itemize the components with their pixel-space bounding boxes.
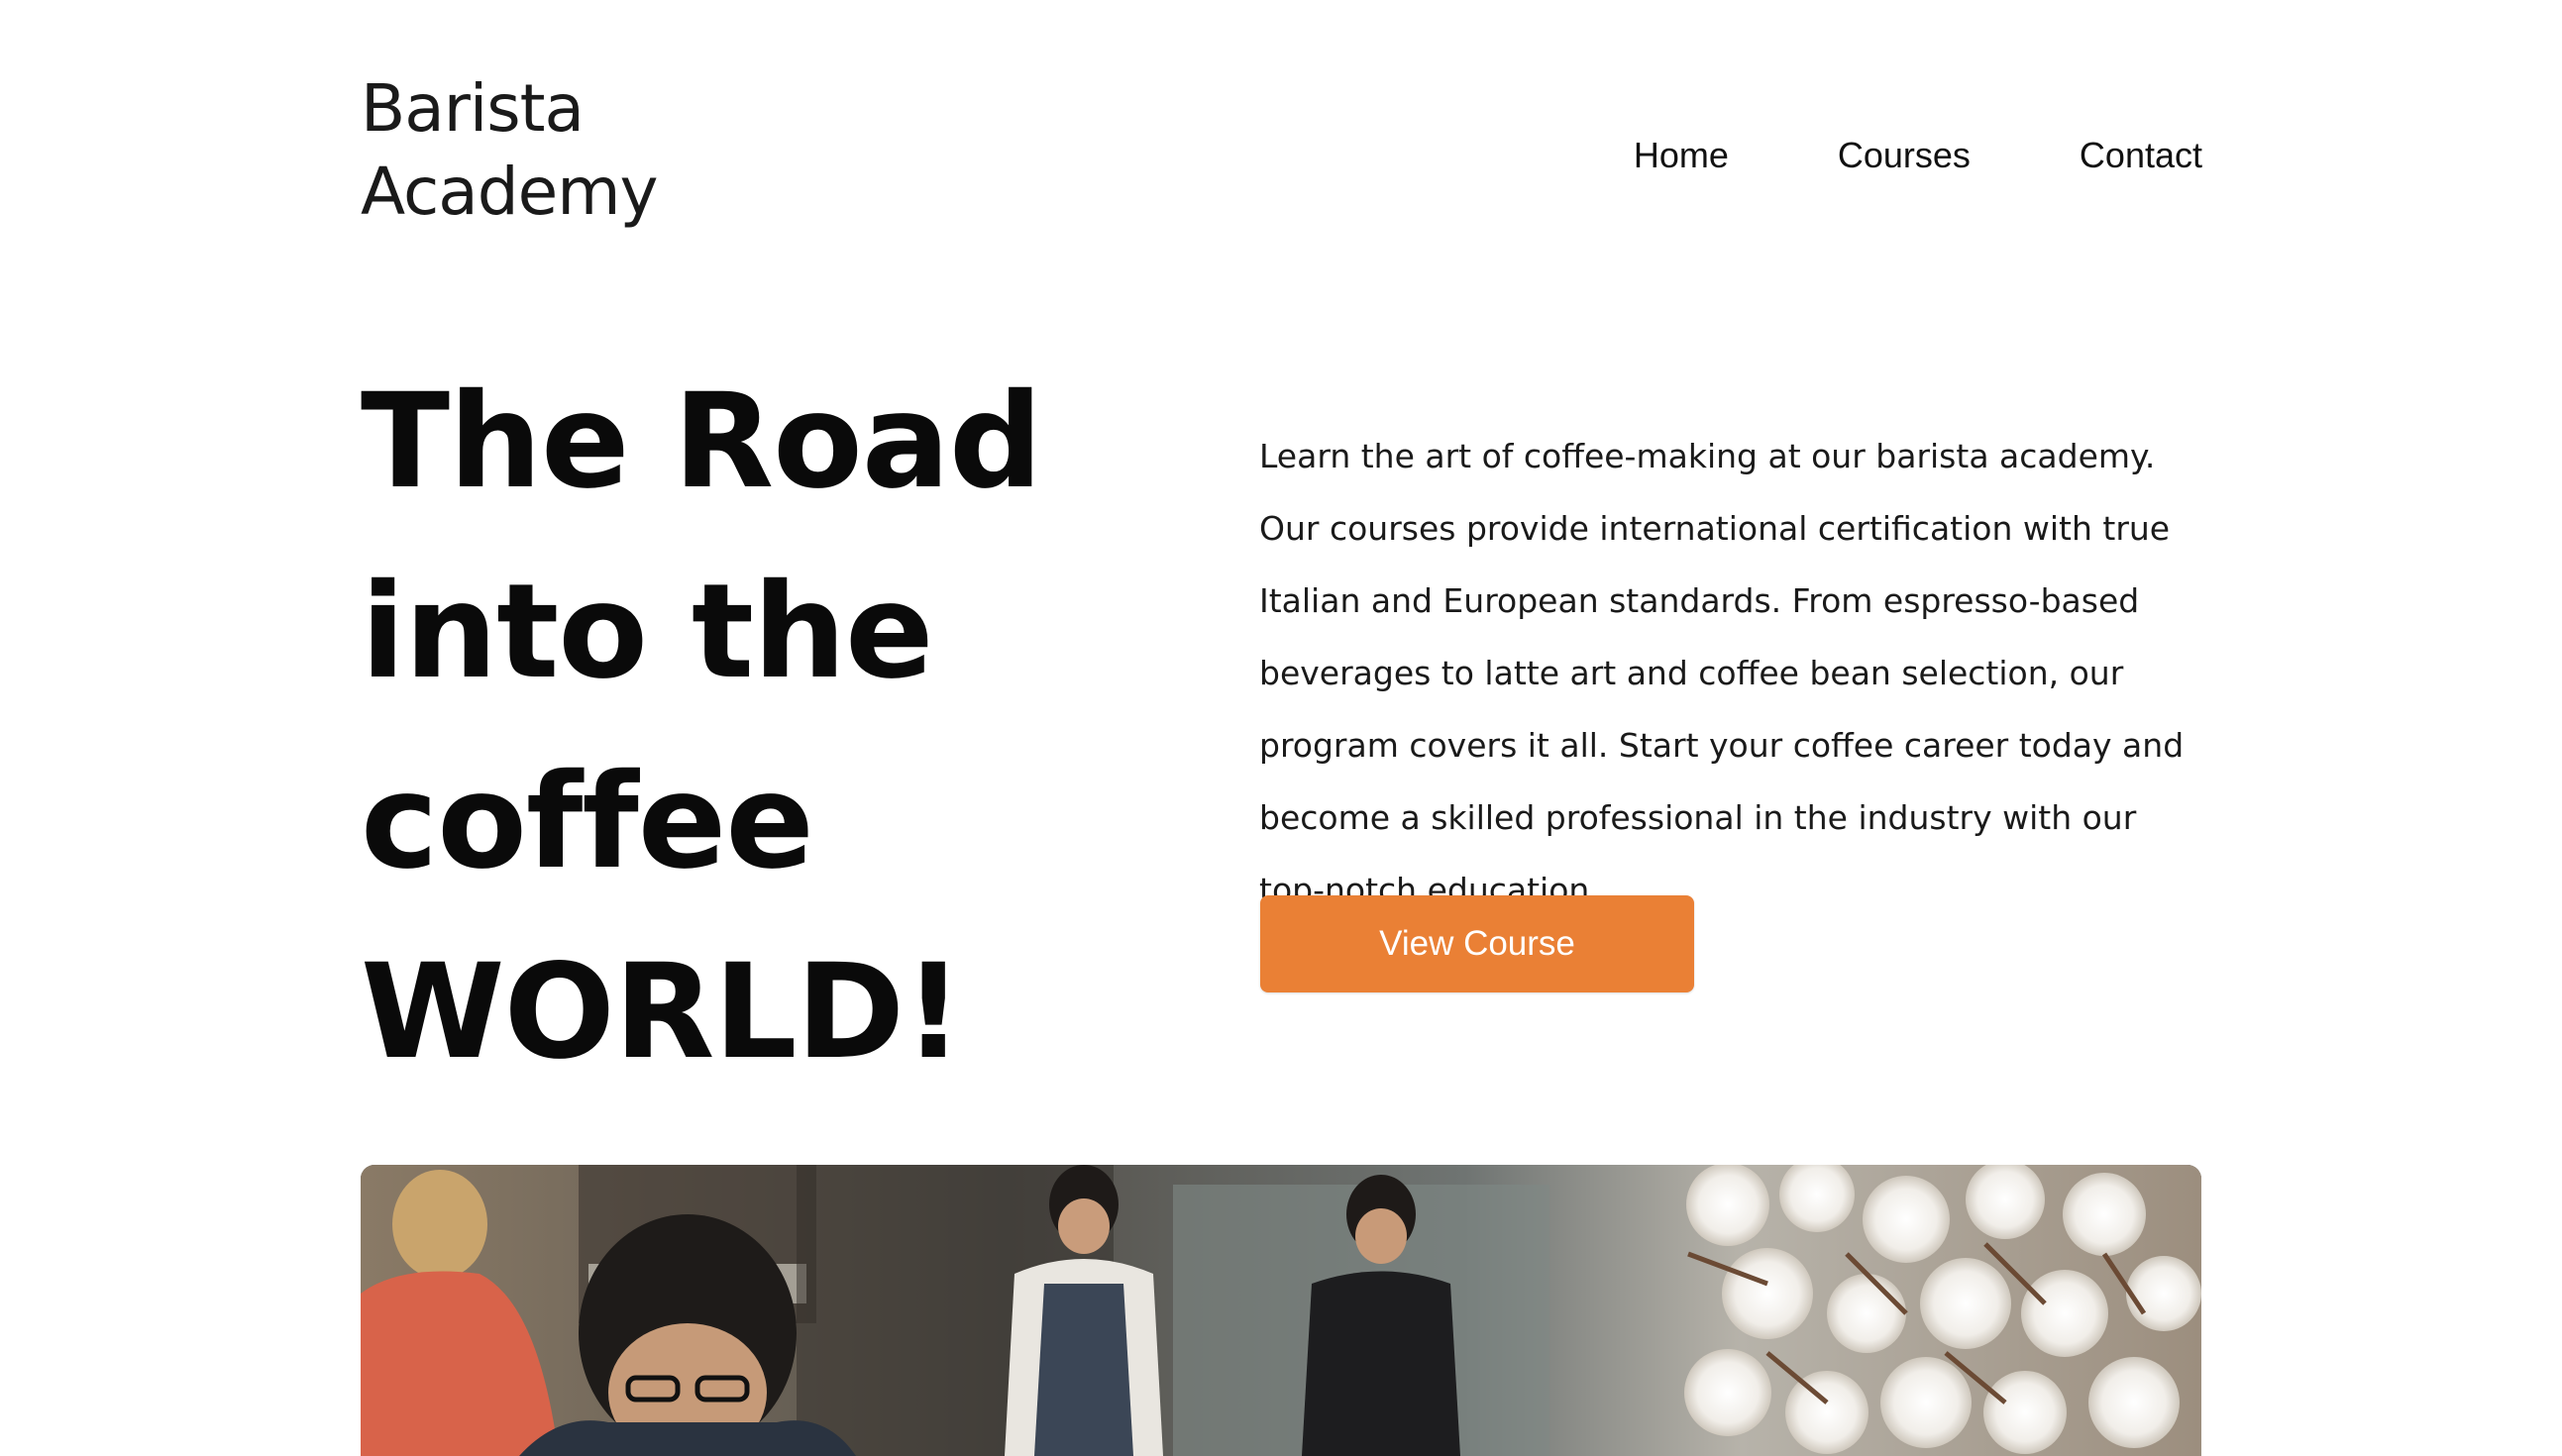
hero-title-line: coffee <box>361 746 814 898</box>
hero-photo <box>361 1165 2201 1456</box>
brand-logo[interactable]: Barista Academy <box>361 67 659 234</box>
brand-line-1: Barista <box>361 70 585 147</box>
hero-title-line: The Road <box>361 365 1042 518</box>
view-course-button[interactable]: View Course <box>1260 895 1694 992</box>
main-nav: Home Courses Contact <box>1634 135 2202 176</box>
nav-item-courses[interactable]: Courses <box>1838 135 1971 176</box>
brand-line-2: Academy <box>361 154 659 230</box>
nav-item-contact[interactable]: Contact <box>2080 135 2202 176</box>
hero-title-line: WORLD! <box>361 936 963 1089</box>
hero-title-line: into the <box>361 556 934 708</box>
hero-title: The Road into the coffee WORLD! <box>361 347 1133 1107</box>
nav-item-home[interactable]: Home <box>1634 135 1729 176</box>
hero-description: Learn the art of coffee-making at our ba… <box>1259 437 2185 909</box>
coffee-shop-photo <box>361 1165 2201 1456</box>
landing-page: Barista Academy Home Courses Contact The… <box>0 0 2562 1456</box>
